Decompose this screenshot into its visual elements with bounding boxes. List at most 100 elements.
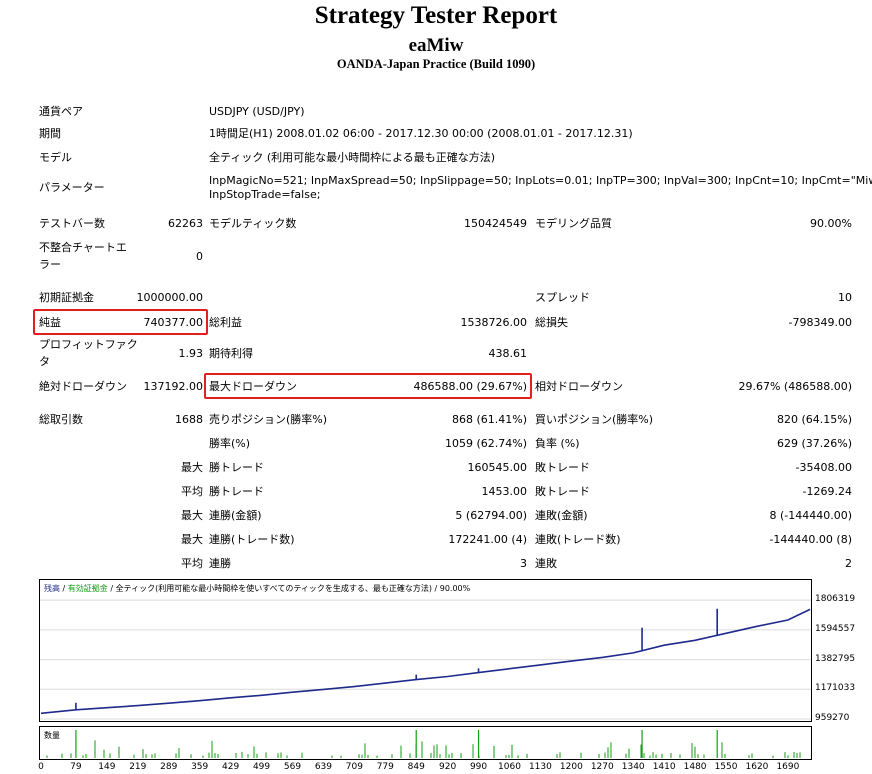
- spread-label: スプレッド: [535, 291, 590, 304]
- x-tick-label: 219: [129, 762, 147, 772]
- mismatch-label-1: 不整合チャートエ: [39, 241, 127, 254]
- cons-losses-trades-label: 連敗(トレード数): [535, 533, 621, 546]
- total-trades-value: 1688: [175, 413, 203, 426]
- legend-separator-2: /: [107, 584, 116, 593]
- gross-profit-value: 1538726.00: [460, 316, 527, 329]
- x-tick-label: 1200: [559, 762, 583, 772]
- symbol-value: USDJPY (USD/JPY): [209, 105, 305, 118]
- cons-wins-trades-value: 172241.00 (4): [448, 533, 527, 546]
- rel-drawdown-value: 29.67% (486588.00): [738, 380, 852, 393]
- mismatch-value: 0: [196, 250, 203, 263]
- x-tick-label: 1620: [745, 762, 769, 772]
- mismatch-label-2: ラー: [39, 258, 61, 271]
- y-tick-label: 1594557: [815, 623, 856, 634]
- balance-line: [40, 608, 811, 715]
- volume-chart: 数量: [39, 726, 812, 760]
- balance-chart-svg: [40, 599, 811, 720]
- gross-loss-value: -798349.00: [788, 316, 852, 329]
- model-value: 全ティック (利用可能な最小時間枠による最も正確な方法): [209, 151, 496, 164]
- x-tick-label: 569: [283, 762, 302, 772]
- max-prefix-label-3: 最大: [181, 533, 203, 546]
- x-tick-label: 709: [345, 762, 363, 772]
- expected-payoff-label: 期待利得: [209, 347, 253, 360]
- x-tick-label: 1270: [590, 762, 614, 772]
- symbol-label: 通貨ペア: [39, 105, 83, 118]
- x-tick-label: 1130: [528, 762, 552, 772]
- max-prefix-label: 最大: [181, 461, 203, 474]
- avg-win-trade-label: 勝トレード: [209, 485, 264, 498]
- legend-separator-1: /: [60, 584, 68, 593]
- y-tick-label: 959270: [815, 713, 850, 723]
- broker-info: OANDA-Japan Practice (Build 1090): [336, 57, 536, 71]
- bars-label: テストバー数: [39, 217, 105, 230]
- max-loss-trade-value: -35408.00: [795, 461, 852, 474]
- long-positions-value: 820 (64.15%): [776, 413, 852, 426]
- deposit-label: 初期証拠金: [39, 291, 94, 304]
- win-rate-label: 勝率(%): [209, 437, 251, 450]
- long-positions-label: 買いポジション(勝率%): [535, 413, 654, 426]
- cons-losses-money-label: 連敗(金額): [535, 509, 588, 522]
- max-loss-trade-label: 敗トレード: [535, 461, 590, 474]
- avg-win-trade-value: 1453.00: [481, 485, 528, 498]
- avg-cons-losses-value: 2: [845, 557, 852, 570]
- max-win-trade-value: 160545.00: [467, 461, 528, 474]
- expected-payoff-value: 438.61: [488, 347, 528, 360]
- chart-legend: 残高 / 有効証拠金 / 全ティック(利用可能な最小時間枠を使いすべてのティック…: [44, 583, 470, 594]
- x-tick-label: 920: [439, 762, 457, 772]
- period-value: 1時間足(H1) 2008.01.02 06:00 - 2017.12.30 0…: [209, 127, 633, 140]
- x-tick-label: 1060: [498, 762, 521, 772]
- legend-balance: 残高: [44, 584, 60, 593]
- params-label: パラメーター: [39, 181, 105, 194]
- x-tick-label: 1410: [652, 762, 676, 772]
- y-tick-label: 1171033: [815, 683, 856, 694]
- x-tick-label: 1690: [776, 762, 800, 772]
- x-tick-label: 79: [70, 762, 82, 772]
- x-tick-label: 0: [38, 762, 44, 772]
- legend-model-quality: 全ティック(利用可能な最小時間枠を使いすべてのティックを生成する、最も正確な方法…: [115, 584, 471, 593]
- x-tick-label: 1480: [683, 762, 707, 772]
- ticks-label: モデルティック数: [209, 217, 297, 230]
- total-trades-label: 総取引数: [39, 413, 83, 426]
- x-tick-label: 429: [222, 762, 240, 772]
- loss-rate-value: 629 (37.26%): [776, 437, 852, 450]
- rel-drawdown-label: 相対ドローダウン: [535, 380, 623, 393]
- avg-cons-losses-label: 連敗: [535, 557, 557, 570]
- balance-chart: 残高 / 有効証拠金 / 全ティック(利用可能な最小時間枠を使いすべてのティック…: [39, 579, 812, 722]
- abs-drawdown-label: 絶対ドローダウン: [39, 380, 127, 393]
- ticks-value: 150424549: [464, 217, 527, 230]
- y-tick-label: 1806319: [815, 594, 856, 605]
- cons-wins-trades-label: 連勝(トレード数): [209, 533, 295, 546]
- params-line1: InpMagicNo=521; InpMaxSpread=50; InpSlip…: [209, 174, 872, 187]
- cons-losses-trades-value: -144440.00 (8): [769, 533, 852, 546]
- avg-cons-wins-label: 連勝: [209, 557, 231, 570]
- volume-chart-svg: [46, 730, 801, 758]
- cons-wins-money-label: 連勝(金額): [209, 509, 262, 522]
- x-tick-label: 1340: [621, 762, 645, 772]
- profit-factor-label-2: タ: [39, 355, 50, 368]
- short-positions-value: 868 (61.41%): [451, 413, 527, 426]
- ea-name: eaMiw: [408, 35, 464, 56]
- max-drawdown-value: 486588.00 (29.67%): [413, 380, 527, 393]
- params-line2: InpStopTrade=false;: [209, 188, 321, 201]
- model-label: モデル: [39, 151, 72, 164]
- x-tick-label: 849: [407, 762, 425, 772]
- short-positions-label: 売りポジション(勝率%): [209, 413, 328, 426]
- volume-legend: 数量: [44, 731, 60, 740]
- avg-prefix-label: 平均: [181, 485, 203, 498]
- max-prefix-label-2: 最大: [181, 509, 203, 522]
- report-title: Strategy Tester Report: [314, 2, 558, 29]
- gross-loss-label: 総損失: [535, 316, 568, 329]
- cons-losses-money-value: 8 (-144440.00): [769, 509, 852, 522]
- profit-factor-value: 1.93: [178, 347, 204, 360]
- avg-prefix-label-2: 平均: [181, 557, 203, 570]
- x-tick-label: 149: [98, 762, 116, 772]
- avg-cons-wins-value: 3: [520, 557, 527, 570]
- y-tick-label: 1382795: [815, 653, 856, 664]
- net-profit-label: 純益: [39, 316, 61, 329]
- avg-loss-trade-label: 敗トレード: [535, 485, 590, 498]
- avg-loss-trade-value: -1269.24: [802, 485, 852, 498]
- bars-value: 62263: [168, 217, 203, 230]
- period-label: 期間: [39, 127, 61, 140]
- win-rate-value: 1059 (62.74%): [444, 437, 527, 450]
- x-tick-label: 359: [191, 762, 209, 772]
